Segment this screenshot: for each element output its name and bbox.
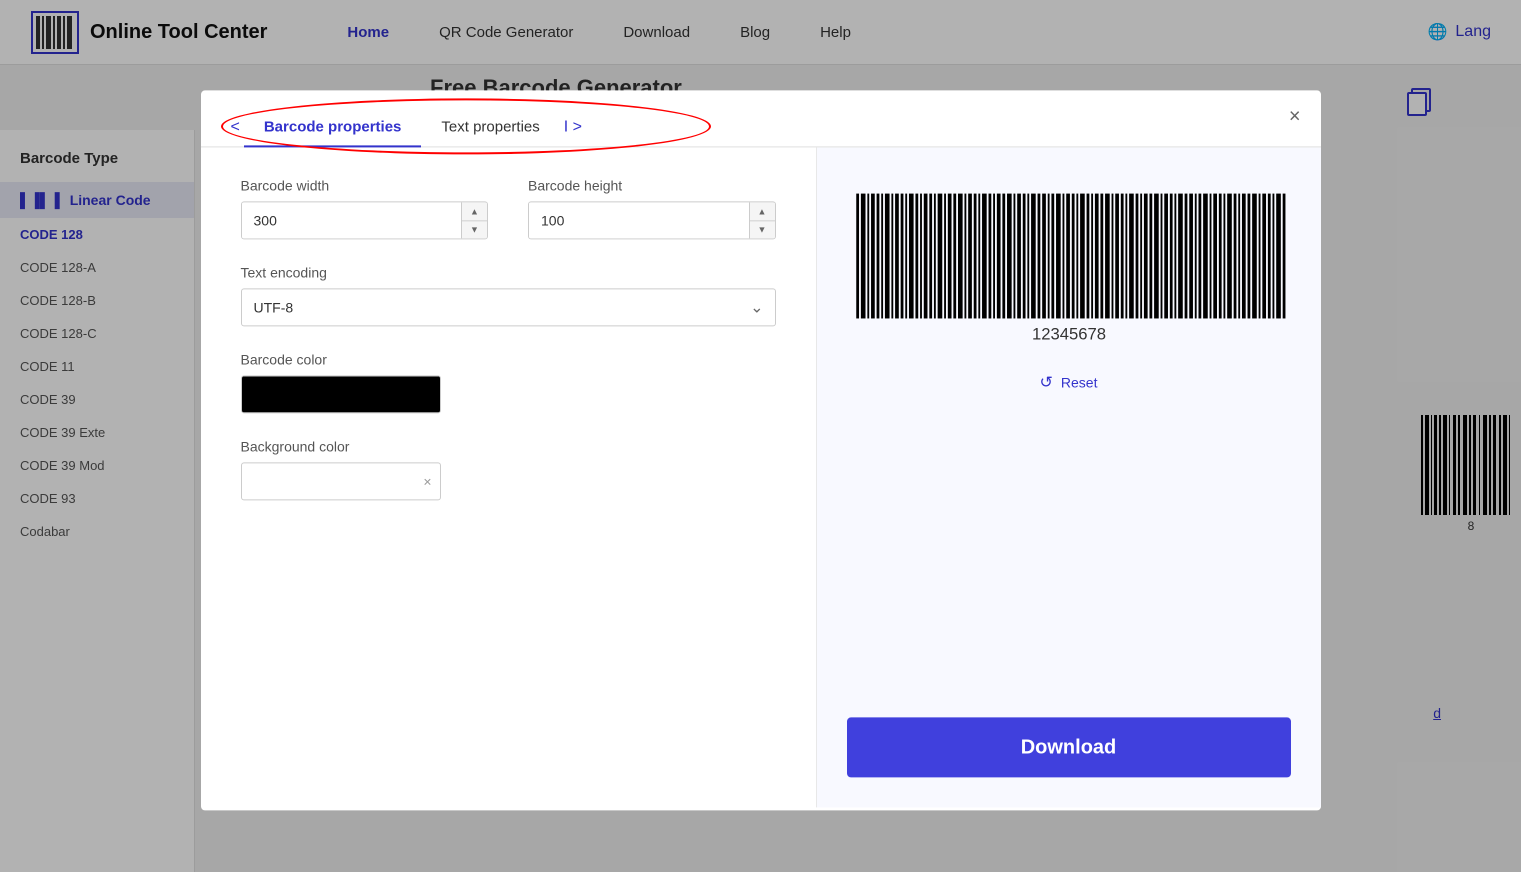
tab-text-properties[interactable]: Text properties xyxy=(421,108,559,147)
barcode-color-swatch[interactable] xyxy=(241,375,441,413)
tab-prev-button[interactable]: < xyxy=(231,118,240,136)
background-color-label: Background color xyxy=(241,438,776,454)
dimensions-row: Barcode width ▲ ▼ Barcode height xyxy=(241,177,776,239)
reset-label: Reset xyxy=(1061,374,1098,390)
barcode-preview-container: 12345678 xyxy=(847,187,1291,352)
barcode-height-up[interactable]: ▲ xyxy=(750,202,775,221)
modal-form-panel: Barcode width ▲ ▼ Barcode height xyxy=(201,147,817,807)
text-encoding-select[interactable]: UTF-8 UTF-16 ASCII ISO-8859-1 xyxy=(241,288,776,326)
barcode-width-down[interactable]: ▼ xyxy=(462,221,487,239)
barcode-svg: 12345678 xyxy=(847,187,1291,352)
barcode-height-input-wrapper: ▲ ▼ xyxy=(528,201,776,239)
text-encoding-label: Text encoding xyxy=(241,264,776,280)
barcode-height-input[interactable] xyxy=(529,202,749,238)
barcode-height-down[interactable]: ▼ xyxy=(750,221,775,239)
barcode-color-group: Barcode color xyxy=(241,351,776,413)
reset-icon: ↺ xyxy=(1040,372,1053,392)
barcode-width-input[interactable] xyxy=(242,202,462,238)
barcode-width-group: Barcode width ▲ ▼ xyxy=(241,177,489,239)
background-color-group: Background color × xyxy=(241,438,776,500)
barcode-width-spinners: ▲ ▼ xyxy=(461,202,487,238)
text-encoding-select-wrapper: UTF-8 UTF-16 ASCII ISO-8859-1 xyxy=(241,288,776,326)
modal-body: Barcode width ▲ ▼ Barcode height xyxy=(201,147,1321,807)
barcode-height-label: Barcode height xyxy=(528,177,776,193)
background-color-clear[interactable]: × xyxy=(423,473,431,489)
barcode-height-spinners: ▲ ▼ xyxy=(749,202,775,238)
barcode-color-label: Barcode color xyxy=(241,351,776,367)
tab-barcode-properties[interactable]: Barcode properties xyxy=(244,108,422,147)
barcode-preview-panel: 12345678 ↺ Reset Download xyxy=(817,147,1321,807)
modal-tabs: < Barcode properties Text properties I > xyxy=(201,90,1321,147)
barcode-width-up[interactable]: ▲ xyxy=(462,202,487,221)
barcode-width-label: Barcode width xyxy=(241,177,489,193)
barcode-color-black[interactable] xyxy=(242,376,440,412)
modal: × < Barcode properties Text properties I… xyxy=(201,90,1321,810)
download-button[interactable]: Download xyxy=(847,717,1291,777)
background-color-swatch[interactable]: × xyxy=(241,462,441,500)
barcode-height-group: Barcode height ▲ ▼ xyxy=(528,177,776,239)
tab-next-button[interactable]: I > xyxy=(564,118,582,136)
svg-text:12345678: 12345678 xyxy=(1031,325,1105,344)
reset-button[interactable]: ↺ Reset xyxy=(1040,372,1098,392)
text-encoding-group: Text encoding UTF-8 UTF-16 ASCII ISO-885… xyxy=(241,264,776,326)
barcode-width-input-wrapper: ▲ ▼ xyxy=(241,201,489,239)
